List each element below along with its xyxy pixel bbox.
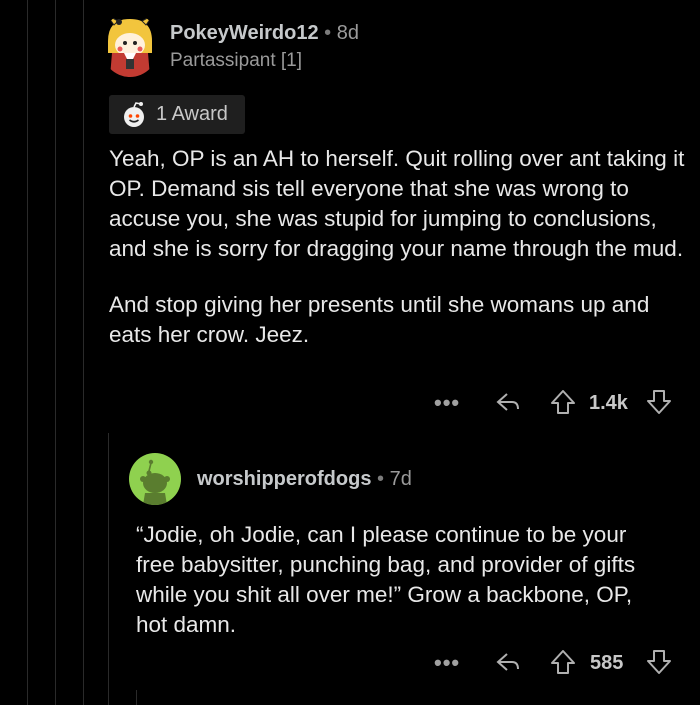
comment-paragraph: And stop giving her presents until she w… bbox=[109, 292, 650, 347]
reply-icon[interactable] bbox=[494, 648, 522, 676]
comment-actions: ••• 1.4k bbox=[0, 388, 700, 418]
comment-author-line: PokeyWeirdo12 • 8d bbox=[170, 22, 359, 45]
separator-dot: • bbox=[377, 468, 385, 490]
reply-actions: ••• 585 bbox=[0, 648, 700, 678]
user-flair: Partassipant [1] bbox=[170, 50, 303, 71]
username-link[interactable]: worshipperofdogs bbox=[197, 468, 371, 490]
comment-age: 7d bbox=[389, 468, 412, 490]
vote-score: 1.4k bbox=[589, 392, 628, 414]
award-label: 1 Award bbox=[156, 103, 228, 125]
thread-line bbox=[27, 0, 28, 705]
upvote-icon[interactable] bbox=[549, 388, 577, 416]
more-options-button[interactable]: ••• bbox=[434, 650, 460, 676]
vote-score: 585 bbox=[590, 652, 624, 674]
reply-body: “Jodie, oh Jodie, can I please continue … bbox=[136, 520, 666, 640]
award-face-icon bbox=[124, 101, 144, 127]
avatar[interactable] bbox=[129, 453, 181, 505]
upvote-icon[interactable] bbox=[549, 648, 577, 676]
more-options-button[interactable]: ••• bbox=[434, 390, 460, 416]
comment-body: Yeah, OP is an AH to herself. Quit rolli… bbox=[109, 144, 689, 350]
award-chip[interactable]: 1 Award bbox=[109, 95, 245, 134]
reply-author-line: worshipperofdogs • 7d bbox=[197, 468, 412, 491]
thread-line bbox=[55, 0, 56, 705]
comment-paragraph: Yeah, OP is an AH to herself. Quit rolli… bbox=[109, 146, 685, 261]
separator-dot: • bbox=[324, 22, 332, 44]
username-link[interactable]: PokeyWeirdo12 bbox=[170, 22, 319, 44]
downvote-icon[interactable] bbox=[645, 648, 673, 676]
avatar[interactable] bbox=[102, 13, 158, 77]
pikachu-avatar-icon bbox=[102, 13, 158, 77]
thread-line bbox=[83, 0, 84, 705]
comment-age: 8d bbox=[336, 22, 359, 44]
reply-thread-line[interactable] bbox=[136, 690, 137, 705]
reply-icon[interactable] bbox=[494, 388, 522, 416]
snoo-avatar-icon bbox=[140, 459, 170, 505]
comment-paragraph: “Jodie, oh Jodie, can I please continue … bbox=[136, 522, 636, 637]
downvote-icon[interactable] bbox=[645, 388, 673, 416]
